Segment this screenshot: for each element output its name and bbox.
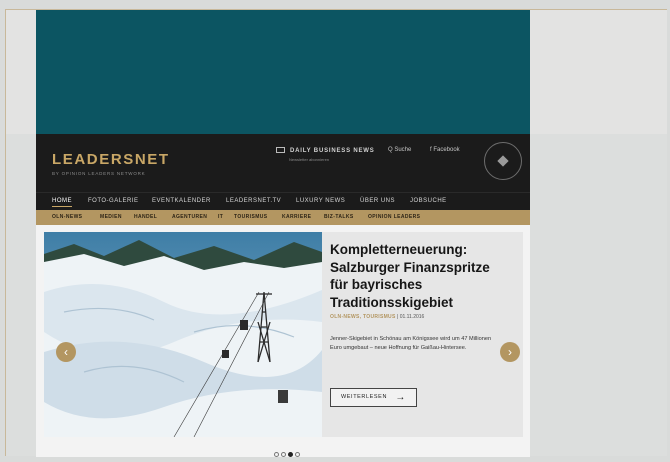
article-photo[interactable] <box>44 232 322 437</box>
article-categories[interactable]: OLN-NEWS, TOURISMUS <box>330 314 396 320</box>
category-navigation: OLN-NEWS MEDIEN HANDEL AGENTUREN IT TOUR… <box>36 210 530 225</box>
chevron-right-icon[interactable]: › <box>500 342 520 362</box>
newsletter-subscribe-link[interactable]: Newsletter abonnieren <box>289 157 329 162</box>
article-headline[interactable]: Kompletterneuerung: Salzburger Finanzspr… <box>330 241 510 311</box>
daily-business-news-link[interactable]: DAILY BUSINESS NEWS <box>290 148 375 154</box>
slider-pagination <box>273 444 301 457</box>
arrow-right-icon: → <box>395 392 406 403</box>
read-more-label: WEITERLESEN <box>341 394 388 400</box>
seal-emblem <box>497 155 509 167</box>
browser-frame: LEADERSNET by OPINION LEADERS NETWORK DA… <box>5 9 667 457</box>
category-opinion-leaders[interactable]: OPINION LEADERS <box>368 214 420 220</box>
category-oln-news[interactable]: OLN-NEWS <box>52 214 82 220</box>
website-page: LEADERSNET by OPINION LEADERS NETWORK DA… <box>36 134 530 457</box>
read-more-button[interactable]: WEITERLESEN → <box>330 388 417 407</box>
main-navigation: HOME FOTO-GALERIE EVENTKALENDER LEADERSN… <box>36 192 530 211</box>
article-teaser: Jenner-Skigebiet in Schönau am Königssee… <box>330 336 492 351</box>
article-date: | 01.11.2016 <box>397 314 425 320</box>
category-tourismus[interactable]: TOURISMUS <box>234 214 268 220</box>
nav-item-luxury-news[interactable]: LUXURY NEWS <box>296 198 345 204</box>
chevron-left-icon[interactable]: ‹ <box>56 342 76 362</box>
site-logo[interactable]: LEADERSNET <box>52 151 170 168</box>
category-medien[interactable]: MEDIEN <box>100 214 122 220</box>
category-handel[interactable]: HANDEL <box>134 214 157 220</box>
banner-ad[interactable] <box>36 10 530 134</box>
nav-item-foto-galerie[interactable]: FOTO-GALERIE <box>88 198 139 204</box>
category-karriere[interactable]: KARRIERE <box>282 214 311 220</box>
search-link[interactable]: Q Suche <box>388 147 411 153</box>
category-it[interactable]: IT <box>218 214 223 220</box>
category-biz-talks[interactable]: BIZ-TALKS <box>324 214 354 220</box>
article-meta: OLN-NEWS, TOURISMUS | 01.11.2016 <box>330 314 424 320</box>
nav-item-home[interactable]: HOME <box>52 198 72 207</box>
nav-item-eventkalender[interactable]: EVENTKALENDER <box>152 198 211 204</box>
slider-dot[interactable] <box>288 452 293 457</box>
slider-dot[interactable] <box>281 452 286 457</box>
nav-item-ueber-uns[interactable]: ÜBER UNS <box>360 198 395 204</box>
slider-dot[interactable] <box>295 452 300 457</box>
category-agenturen[interactable]: AGENTUREN <box>172 214 207 220</box>
nav-item-leadersnet-tv[interactable]: LEADERSNET.TV <box>226 198 281 204</box>
nav-item-jobsuche[interactable]: JOBSUCHE <box>410 198 447 204</box>
slider-dot[interactable] <box>274 452 279 457</box>
brand-bar: LEADERSNET by OPINION LEADERS NETWORK DA… <box>36 134 530 192</box>
opinion-leaders-network-seal-icon <box>484 142 522 180</box>
envelope-icon <box>276 147 285 153</box>
facebook-link[interactable]: f Facebook <box>430 147 460 153</box>
site-logo-subtitle: by OPINION LEADERS NETWORK <box>52 171 146 176</box>
featured-article-slider: Kompletterneuerung: Salzburger Finanzspr… <box>44 232 523 437</box>
